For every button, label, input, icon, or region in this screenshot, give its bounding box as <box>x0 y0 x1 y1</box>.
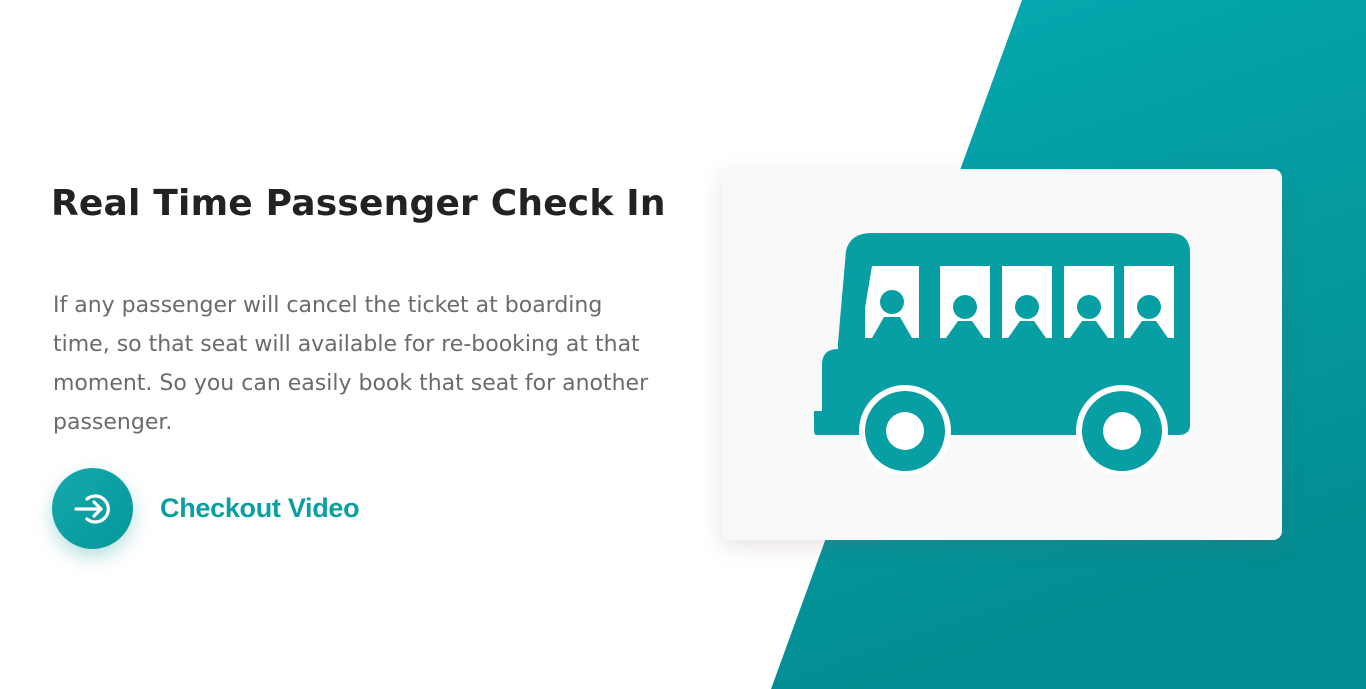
illustration-card <box>722 169 1282 540</box>
play-login-arrow-icon <box>73 493 110 524</box>
feature-description: If any passenger will cancel the ticket … <box>53 293 649 435</box>
checkout-video-label[interactable]: Checkout Video <box>160 493 360 524</box>
checkout-video-button[interactable] <box>52 468 133 549</box>
checkout-video-link[interactable]: Checkout Video <box>52 468 360 549</box>
feature-section: Real Time Passenger Check In If any pass… <box>0 0 1366 689</box>
feature-title: Real Time Passenger Check In <box>51 183 666 224</box>
feature-text: Real Time Passenger Check In If any pass… <box>51 178 691 442</box>
bus-with-passengers-icon <box>814 233 1190 473</box>
